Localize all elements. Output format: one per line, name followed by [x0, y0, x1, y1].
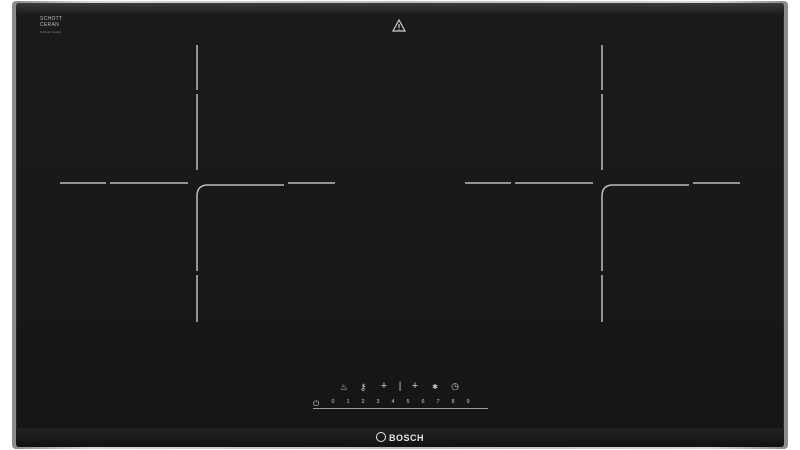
slider-track [313, 408, 488, 409]
level-0[interactable]: 0 [328, 399, 338, 405]
level-1[interactable]: 1 [343, 399, 353, 405]
right-cooking-zone [465, 45, 740, 322]
left-cooking-zone [60, 45, 335, 322]
power-level-slider[interactable]: 0 1 2 3 4 5 6 7 8 9 [313, 398, 488, 410]
plus-icon[interactable]: + [409, 381, 421, 392]
bosch-logo: BOSCH [0, 432, 800, 443]
level-6[interactable]: 6 [418, 399, 428, 405]
flame-icon[interactable]: ♨ [338, 383, 350, 392]
level-3[interactable]: 3 [373, 399, 383, 405]
divider: | [398, 381, 402, 392]
level-4[interactable]: 4 [388, 399, 398, 405]
key-lock-icon[interactable]: ⚷ [357, 383, 369, 392]
level-5[interactable]: 5 [403, 399, 413, 405]
brand-text: BOSCH [388, 433, 424, 443]
level-8[interactable]: 8 [448, 399, 458, 405]
level-2[interactable]: 2 [358, 399, 368, 405]
level-9[interactable]: 9 [463, 399, 473, 405]
bosch-armature-icon [375, 432, 386, 442]
plus-icon[interactable]: + [378, 381, 390, 392]
timer-icon[interactable]: ◷ [449, 382, 461, 391]
level-7[interactable]: 7 [433, 399, 443, 405]
star-icon[interactable]: ✱ [429, 383, 441, 392]
